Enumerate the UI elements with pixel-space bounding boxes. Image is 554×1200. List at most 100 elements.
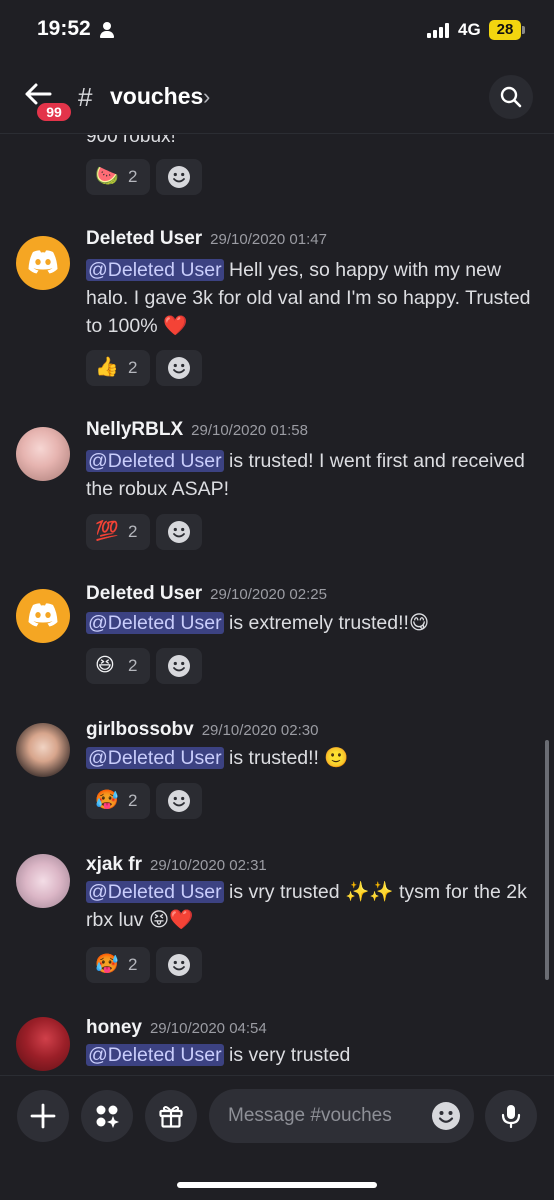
discord-logo-icon — [28, 603, 58, 627]
add-reaction-button[interactable] — [156, 783, 202, 819]
add-reaction-icon — [168, 954, 190, 976]
emoji-button[interactable] — [431, 1101, 461, 1131]
voice-message-button[interactable] — [485, 1090, 537, 1142]
reaction-count: 2 — [128, 656, 138, 675]
reaction-chip[interactable]: 💯 2 — [86, 514, 150, 550]
message-header: Deleted User 29/10/2020 02:25 — [86, 583, 327, 605]
timestamp: 29/10/2020 01:58 — [191, 422, 308, 439]
message-header: xjak fr 29/10/2020 02:31 — [86, 854, 267, 876]
search-button[interactable] — [489, 75, 533, 119]
chevron-right-icon[interactable]: › — [203, 84, 210, 110]
microphone-icon — [501, 1105, 521, 1129]
add-reaction-icon — [168, 357, 190, 379]
user-mention[interactable]: @Deleted User — [86, 881, 224, 903]
timestamp: 29/10/2020 02:25 — [210, 586, 327, 603]
username[interactable]: Deleted User — [86, 228, 202, 249]
add-reaction-icon — [168, 166, 190, 188]
avatar[interactable] — [16, 723, 70, 777]
username[interactable]: xjak fr — [86, 854, 142, 875]
plus-icon — [30, 1103, 56, 1129]
add-reaction-icon — [168, 655, 190, 677]
avatar[interactable] — [16, 427, 70, 481]
message-header: Deleted User 29/10/2020 01:47 — [86, 228, 327, 250]
add-reaction-button[interactable] — [156, 350, 202, 386]
unread-badge: 99 — [34, 100, 74, 124]
reaction-count: 2 — [128, 522, 138, 541]
message-input-placeholder: Message #vouches — [228, 1105, 392, 1126]
channel-name[interactable]: vouches — [110, 83, 203, 110]
message-body: @Deleted User is vry trusted ✨✨ tysm for… — [86, 878, 536, 934]
message-body: @Deleted User is extremely trusted!!😋 — [86, 609, 536, 637]
discord-logo-icon — [28, 250, 58, 274]
hash-icon: # — [78, 82, 93, 112]
reaction-chip[interactable]: 🍉 2 — [86, 159, 150, 195]
emoji-icon — [432, 1102, 460, 1130]
reaction-emoji: 🥵 — [95, 954, 119, 975]
message-header: girlbossobv 29/10/2020 02:30 — [86, 719, 318, 741]
home-indicator[interactable] — [177, 1182, 377, 1188]
message-list[interactable]: 900 robux! 🍉 2 Deleted User 29/10/2020 01… — [0, 135, 554, 1075]
message-body: @Deleted User is very trusted — [86, 1041, 536, 1069]
scrollbar[interactable] — [545, 740, 549, 980]
gift-button[interactable] — [145, 1090, 197, 1142]
message-text: is extremely trusted!!😋 — [223, 612, 430, 634]
add-reaction-button[interactable] — [156, 159, 202, 195]
user-mention[interactable]: @Deleted User — [86, 450, 224, 472]
reaction-count: 2 — [128, 358, 138, 377]
add-reaction-button[interactable] — [156, 947, 202, 983]
reaction-chip[interactable]: 😆 2 — [86, 648, 150, 684]
avatar[interactable] — [16, 236, 70, 290]
status-time: 19:52 — [37, 17, 91, 40]
reaction-count: 2 — [128, 791, 138, 810]
add-reaction-button[interactable] — [156, 514, 202, 550]
message-body: @Deleted User is trusted! I went first a… — [86, 447, 536, 503]
user-mention[interactable]: @Deleted User — [86, 259, 224, 281]
add-reaction-icon — [168, 790, 190, 812]
battery-tip — [522, 26, 525, 34]
add-reaction-button[interactable] — [156, 648, 202, 684]
username[interactable]: NellyRBLX — [86, 419, 183, 440]
search-icon — [500, 86, 522, 108]
timestamp: 29/10/2020 02:31 — [149, 857, 267, 874]
reaction-chip[interactable]: 🥵 2 — [86, 947, 150, 983]
reaction-count: 2 — [128, 167, 138, 186]
message-text: 900 robux! — [86, 135, 176, 147]
status-bar: 19:52 4G 28 — [0, 0, 554, 62]
reaction-chip[interactable]: 👍 2 — [86, 350, 150, 386]
reaction-emoji: 🍉 — [95, 166, 119, 187]
person-icon — [100, 22, 114, 38]
username[interactable]: girlbossobv — [86, 719, 194, 740]
avatar[interactable] — [16, 589, 70, 643]
reaction-emoji: 💯 — [95, 521, 119, 542]
message-input[interactable]: Message #vouches — [209, 1089, 474, 1143]
user-mention[interactable]: @Deleted User — [86, 1044, 224, 1066]
apps-button[interactable] — [81, 1090, 133, 1142]
message-header: honey 29/10/2020 04:54 — [86, 1017, 267, 1039]
add-attachment-button[interactable] — [17, 1090, 69, 1142]
user-mention[interactable]: @Deleted User — [86, 612, 224, 634]
username[interactable]: honey — [86, 1017, 142, 1038]
user-mention[interactable]: @Deleted User — [86, 747, 224, 769]
avatar[interactable] — [16, 1017, 70, 1071]
network-label: 4G — [458, 20, 481, 39]
message-text: is trusted!! 🙂 — [223, 747, 349, 769]
timestamp: 29/10/2020 04:54 — [149, 1020, 267, 1037]
signal-icon — [427, 23, 451, 38]
add-reaction-icon — [168, 521, 190, 543]
message-body: @Deleted User is trusted!! 🙂 — [86, 744, 536, 772]
reaction-count: 2 — [128, 955, 138, 974]
timestamp: 29/10/2020 02:30 — [201, 722, 319, 739]
avatar[interactable] — [16, 854, 70, 908]
message-header: NellyRBLX 29/10/2020 01:58 — [86, 419, 308, 441]
username[interactable]: Deleted User — [86, 583, 202, 604]
gift-icon — [159, 1106, 183, 1128]
reaction-emoji: 👍 — [95, 357, 119, 378]
battery-icon: 28 — [489, 20, 521, 40]
reaction-emoji: 🥵 — [95, 790, 119, 811]
reaction-emoji: 😆 — [95, 655, 115, 676]
channel-header: 99 # vouches › — [0, 62, 554, 134]
message-body: @Deleted User Hell yes, so happy with my… — [86, 256, 536, 340]
message-text: is very trusted — [223, 1044, 351, 1066]
reaction-chip[interactable]: 🥵 2 — [86, 783, 150, 819]
apps-icon — [96, 1105, 119, 1128]
